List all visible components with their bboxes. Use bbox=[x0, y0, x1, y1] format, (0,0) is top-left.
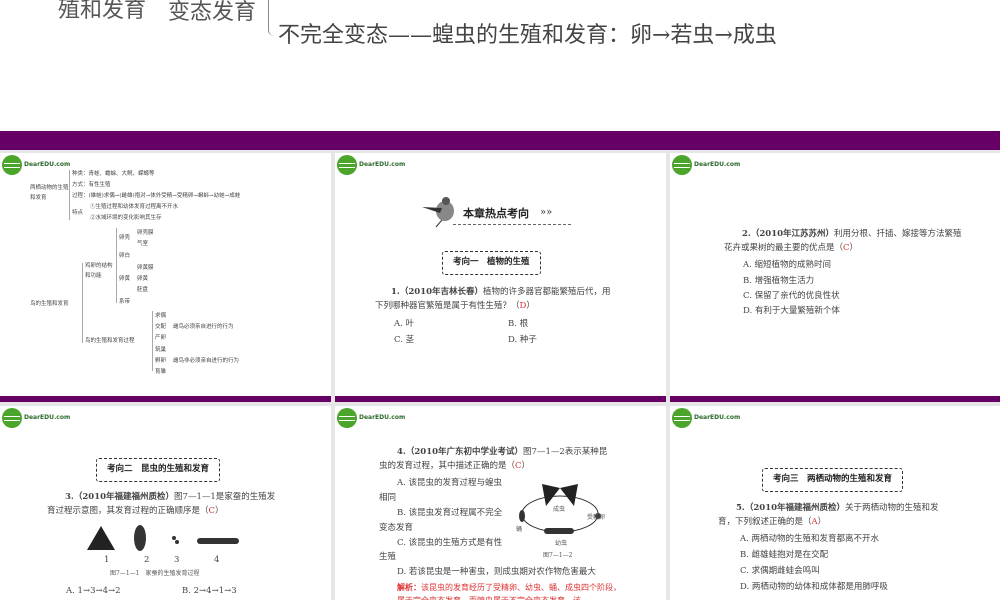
butterfly-icon bbox=[542, 484, 578, 506]
chevrons-icon: »» bbox=[540, 207, 553, 218]
question-text: 1.（2010年吉林长春）植物的许多器官都能繁殖后代，用下列哪种器官繁殖是属于有… bbox=[375, 287, 611, 311]
logo-icon bbox=[672, 155, 692, 175]
slide-thumbnail-6[interactable]: DearEDU.com 考向三 两栖动物的生殖和发育 5.（2010年福建福州质… bbox=[670, 406, 1000, 600]
brace bbox=[268, 0, 276, 36]
cocoon-icon bbox=[134, 525, 146, 551]
slide-footer-bar bbox=[0, 396, 331, 402]
slide-thumbnail-5[interactable]: DearEDU.com 4.（2010年广东初中学业考试）图7—1—2表示某种昆… bbox=[335, 406, 666, 600]
question-text: 2.（2010年江苏苏州）利用分根、扦插、嫁接等方法繁殖花卉或果树的最主要的优点… bbox=[724, 229, 962, 253]
top-mid-text: 变态发育 bbox=[168, 0, 257, 25]
question-text: 5.（2010年福建福州质检）关于两栖动物的生殖和发育，下列叙述正确的是（A） bbox=[718, 503, 939, 527]
pupa-icon bbox=[519, 510, 525, 522]
logo: DearEDU.com bbox=[672, 155, 740, 175]
option: C. 保留了亲代的优良性状 bbox=[743, 291, 840, 301]
banner-underline bbox=[453, 224, 571, 225]
top-line: 不完全变态——蝗虫的生殖和发育：卵→若虫→成虫 bbox=[278, 23, 777, 48]
section-heading: 考向一 植物的生殖 bbox=[442, 251, 541, 275]
question-text: 3.（2010年福建福州质检）图7—1—1是家蚕的生殖发育过程示意图，其发育过程… bbox=[47, 492, 276, 516]
previous-slide-bottom: 殖和发育 变态发育 不完全变态——蝗虫的生殖和发育：卵→若虫→成虫 bbox=[0, 0, 1000, 150]
slide-footer-bar bbox=[335, 396, 666, 402]
eggs-icon bbox=[172, 536, 176, 540]
option: D. 种子 bbox=[508, 335, 537, 345]
top-left-text: 殖和发育 bbox=[58, 0, 147, 23]
option: C. 求偶期雌蛙会鸣叫 bbox=[740, 566, 820, 576]
option: A. 缩短植物的成熟时间 bbox=[743, 260, 832, 270]
larva-icon bbox=[544, 528, 574, 534]
silkworm-figure bbox=[87, 525, 239, 551]
option: D. 有利于大量繁殖新个体 bbox=[743, 306, 840, 316]
logo: DearEDU.com bbox=[337, 155, 405, 175]
option: B. 增强植物生活力 bbox=[743, 276, 815, 286]
options: A. 该昆虫的发育过程与蝗虫相同 B. 该昆虫发育过程属不完全变态发育 C. 该昆虫… bbox=[379, 478, 503, 563]
moth-icon bbox=[87, 526, 115, 550]
analysis: 解析：该昆虫的发育经历了受精卵、幼虫、蛹、成虫四个阶段，属于完全变态发育，而蝗虫… bbox=[397, 582, 621, 600]
section-heading: 考向二 昆虫的生殖和发育 bbox=[96, 458, 221, 482]
option: B. 雌雄蛙抱对是在交配 bbox=[740, 550, 829, 560]
option: A. 两栖动物的生殖和发育都离不开水 bbox=[740, 534, 880, 544]
option: C. 茎 bbox=[394, 335, 415, 345]
logo-icon bbox=[337, 408, 357, 428]
logo: DearEDU.com bbox=[337, 408, 405, 428]
bird-mascot-icon bbox=[422, 197, 454, 228]
logo: DearEDU.com bbox=[2, 408, 70, 428]
option: D. 两栖动物的幼体和成体都是用肺呼吸 bbox=[740, 582, 888, 592]
larva-icon bbox=[197, 538, 239, 544]
option: B. 根 bbox=[508, 319, 529, 329]
question-text: 4.（2010年广东初中学业考试）图7—1—2表示某种昆虫的发育过程，其中描述正… bbox=[379, 447, 608, 471]
banner-title: 本章热点考向 bbox=[463, 207, 529, 220]
slide-thumbnail-2[interactable]: DearEDU.com 本章热点考向 »» 考向一 植物的生殖 1.（2010年… bbox=[335, 153, 666, 402]
figure-caption: 图7—1—2 bbox=[543, 552, 573, 559]
option: A. 叶 bbox=[394, 319, 415, 329]
slide-thumbnail-1[interactable]: DearEDU.com 两栖动物的生殖和发育 种类：青蛙、蟾蜍、大鲵、蝾螈等 方… bbox=[0, 153, 331, 402]
logo-icon bbox=[337, 155, 357, 175]
logo-icon bbox=[2, 408, 22, 428]
option: D. 若该昆虫是一种害虫，则成虫期对农作物危害最大 bbox=[397, 567, 596, 577]
slide-thumbnail-4[interactable]: DearEDU.com 考向二 昆虫的生殖和发育 3.（2010年福建福州质检）… bbox=[0, 406, 331, 600]
slide-footer-bar bbox=[670, 396, 1000, 402]
figure-caption: 图7—1—1 家蚕的生殖发育过程 bbox=[110, 570, 200, 577]
section-heading: 考向三 两栖动物的生殖和发育 bbox=[762, 468, 904, 492]
option: B. 2→4→1→3 bbox=[182, 586, 237, 596]
logo-icon bbox=[672, 408, 692, 428]
slide-thumbnail-3[interactable]: DearEDU.com 2.（2010年江苏苏州）利用分根、扦插、嫁接等方法繁殖… bbox=[670, 153, 1000, 402]
option: A. 1→3→4→2 bbox=[66, 586, 121, 596]
logo: DearEDU.com bbox=[672, 408, 740, 428]
mind-map: 两栖动物的生殖和发育 种类：青蛙、蟾蜍、大鲵、蝾螈等 方式：有性生殖 过程：(雄… bbox=[30, 170, 241, 375]
slide-footer-bar bbox=[0, 131, 1000, 150]
